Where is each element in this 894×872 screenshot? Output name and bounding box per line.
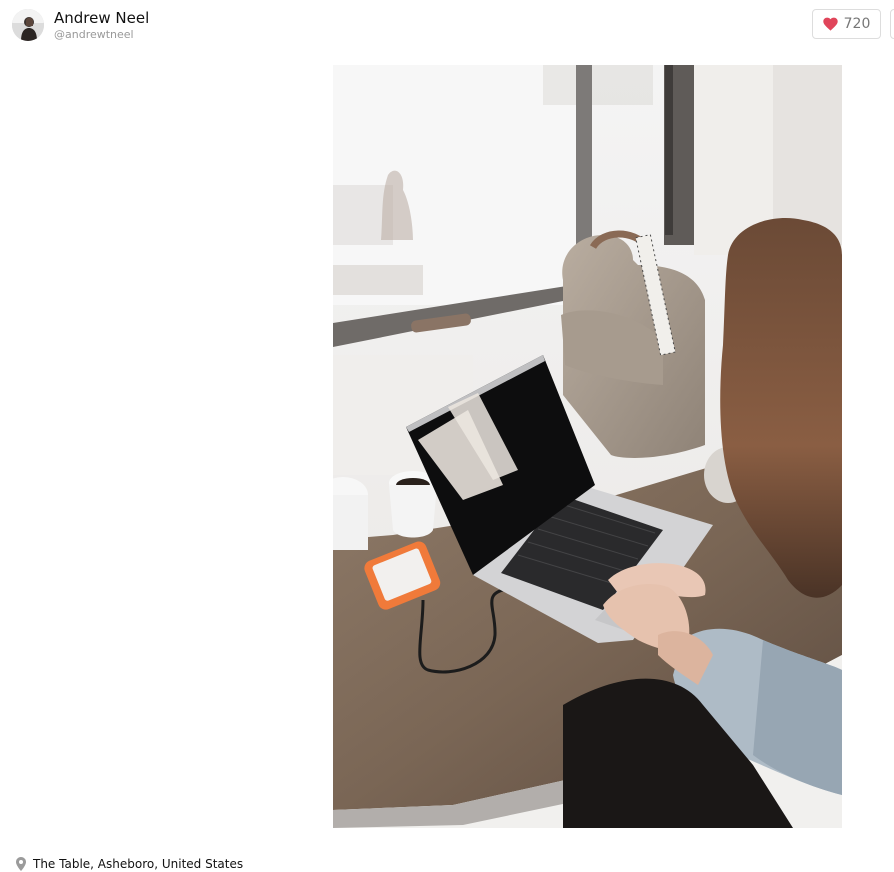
photo-page: Andrew Neel @andrewtneel 720 The Table, … <box>0 0 894 872</box>
map-pin-icon <box>16 857 26 871</box>
author-avatar[interactable] <box>12 9 44 41</box>
author-name[interactable]: Andrew Neel <box>54 9 149 27</box>
like-count: 720 <box>843 16 871 32</box>
collect-button[interactable] <box>890 9 894 39</box>
main-photo[interactable] <box>333 65 842 828</box>
author-handle[interactable]: @andrewtneel <box>54 28 134 42</box>
heart-icon <box>822 17 838 31</box>
like-button[interactable]: 720 <box>812 9 881 39</box>
user-avatar-icon <box>12 9 44 41</box>
photo-header: Andrew Neel @andrewtneel 720 <box>0 0 894 56</box>
photo-illustration <box>333 65 842 828</box>
location-label: The Table, Asheboro, United States <box>33 857 244 871</box>
photo-location[interactable]: The Table, Asheboro, United States <box>16 855 243 872</box>
